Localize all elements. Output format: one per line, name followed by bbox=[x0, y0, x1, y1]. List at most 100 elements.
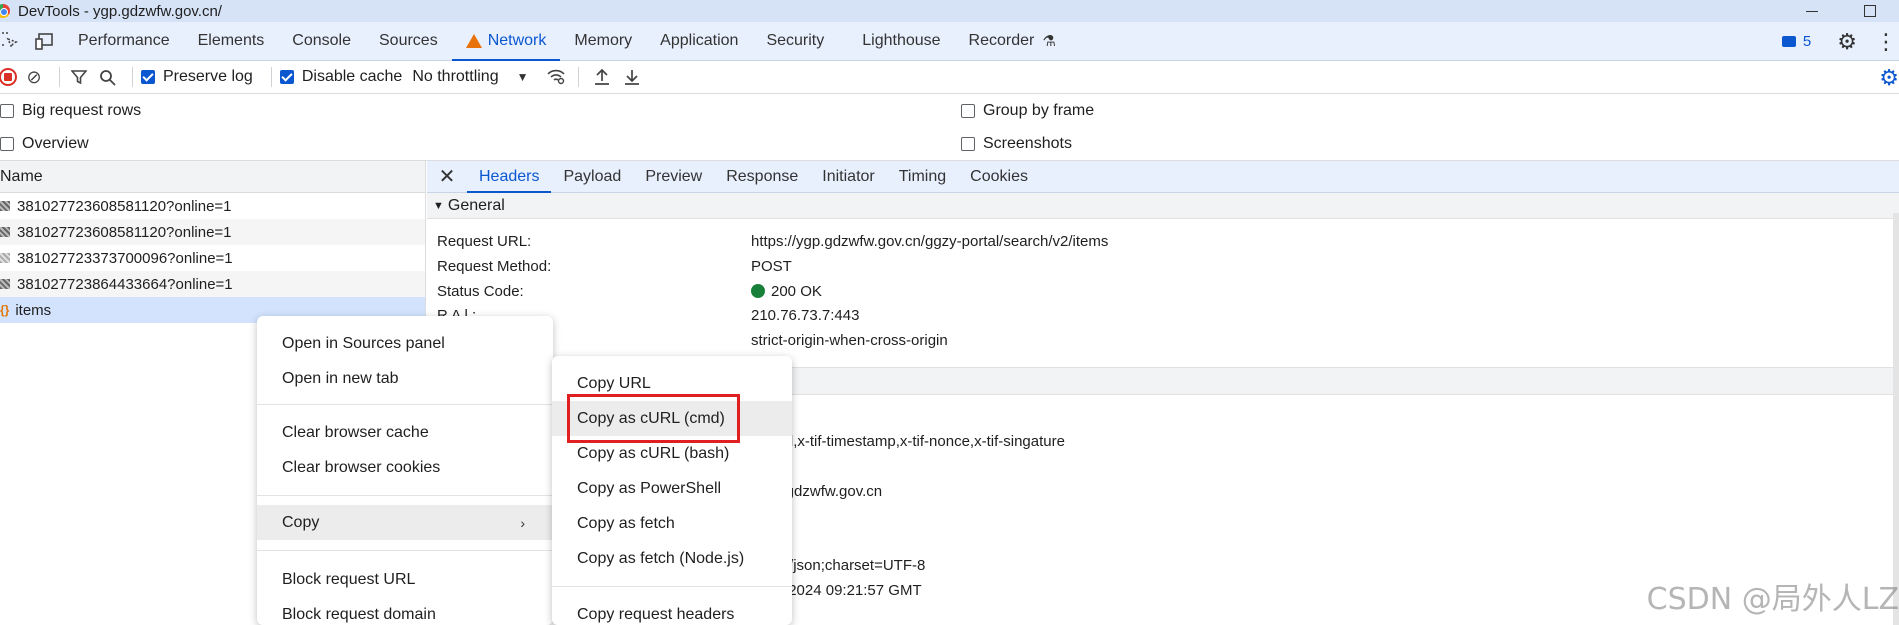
tab-label: Recorder bbox=[968, 32, 1035, 49]
tab-headers[interactable]: Headers bbox=[467, 161, 552, 193]
tab-label: Response bbox=[726, 167, 799, 185]
menu-item-clear-browser-cache[interactable]: Clear browser cache bbox=[257, 415, 553, 450]
status-ok-icon bbox=[751, 284, 765, 298]
request-name: 381027723864433664?online=1 bbox=[17, 275, 233, 293]
device-toolbar-button[interactable] bbox=[24, 22, 64, 60]
search-icon[interactable] bbox=[90, 69, 124, 86]
tab-network[interactable]: Network bbox=[451, 22, 561, 61]
export-har-icon[interactable] bbox=[617, 68, 647, 86]
menu-item-open-in-sources[interactable]: Open in Sources panel bbox=[257, 326, 553, 361]
menu-separator bbox=[257, 404, 553, 405]
divider bbox=[132, 67, 133, 87]
stop-recording-icon[interactable] bbox=[0, 68, 17, 86]
tab-preview[interactable]: Preview bbox=[633, 161, 714, 192]
image-resource-icon bbox=[0, 279, 10, 289]
menu-separator bbox=[552, 586, 792, 587]
details-scrollbar[interactable] bbox=[1893, 213, 1899, 625]
preserve-log-label: Preserve log bbox=[163, 68, 253, 85]
tab-console[interactable]: Console bbox=[278, 22, 365, 60]
menu-item-clear-browser-cookies[interactable]: Clear browser cookies bbox=[257, 450, 553, 485]
settings-gear-icon[interactable]: ⚙ bbox=[1837, 29, 1857, 55]
throttling-select[interactable]: No throttling ▼ bbox=[412, 68, 528, 86]
flask-icon: ⚗ bbox=[1042, 33, 1056, 50]
menu-item-label: Copy as fetch (Node.js) bbox=[577, 549, 745, 567]
image-resource-icon bbox=[0, 253, 10, 263]
tab-cookies[interactable]: Cookies bbox=[958, 161, 1040, 192]
tab-label: Cookies bbox=[970, 167, 1028, 185]
watermark: CSDN @局外人LZ bbox=[1646, 582, 1899, 617]
issues-badge[interactable]: 5 bbox=[1781, 33, 1811, 50]
menu-item-copy-request-headers[interactable]: Copy request headers bbox=[552, 597, 792, 625]
network-settings-gear-icon[interactable]: ⚙ bbox=[1879, 61, 1899, 94]
table-row[interactable]: 381027723608581120?online=1 bbox=[0, 193, 425, 219]
menu-item-open-in-new-tab[interactable]: Open in new tab bbox=[257, 361, 553, 396]
filter-icon[interactable] bbox=[68, 69, 90, 85]
general-section-header[interactable]: ▼ General bbox=[427, 193, 1899, 219]
group-by-frame-checkbox[interactable]: Group by frame bbox=[961, 102, 1094, 120]
table-row[interactable]: 381027723373700096?online=1 bbox=[0, 245, 425, 271]
menu-item-copy-as-fetch[interactable]: Copy as fetch bbox=[552, 506, 792, 541]
divider bbox=[59, 67, 60, 87]
tab-memory[interactable]: Memory bbox=[560, 22, 646, 60]
menu-item-copy[interactable]: Copy › bbox=[257, 505, 553, 540]
menu-item-label: Block request domain bbox=[282, 605, 436, 623]
chevron-right-icon: › bbox=[520, 514, 525, 531]
status-code-text: 200 OK bbox=[771, 283, 822, 300]
checkbox-unchecked-icon bbox=[961, 104, 975, 118]
maximize-icon bbox=[1864, 5, 1876, 17]
preserve-log-checkbox[interactable]: Preserve log bbox=[141, 68, 253, 86]
screenshots-label: Screenshots bbox=[983, 135, 1072, 152]
network-conditions-icon[interactable] bbox=[542, 68, 570, 86]
overview-checkbox[interactable]: Overview bbox=[0, 135, 89, 153]
tab-initiator[interactable]: Initiator bbox=[810, 161, 886, 192]
inspect-element-button[interactable] bbox=[0, 22, 24, 60]
request-list-header[interactable]: Name bbox=[0, 161, 425, 193]
tab-payload[interactable]: Payload bbox=[551, 161, 633, 192]
checkbox-unchecked-icon bbox=[0, 104, 14, 118]
tab-label: Memory bbox=[574, 32, 633, 49]
checkbox-checked-icon bbox=[279, 70, 294, 84]
screenshots-checkbox[interactable]: Screenshots bbox=[961, 135, 1072, 153]
menu-separator bbox=[257, 550, 553, 551]
network-toolbar: ⊘ Preserve log Disable cache No throttli… bbox=[0, 61, 1899, 94]
network-options-panel: Big request rows Overview Group by frame… bbox=[0, 94, 1899, 161]
menu-item-label: Copy bbox=[282, 513, 320, 531]
inspect-icon bbox=[0, 32, 18, 50]
tab-security[interactable]: Security bbox=[752, 22, 838, 60]
menu-item-copy-as-powershell[interactable]: Copy as PowerShell bbox=[552, 471, 792, 506]
clear-icon[interactable]: ⊘ bbox=[17, 67, 51, 88]
divider bbox=[270, 67, 272, 87]
disable-cache-checkbox[interactable]: Disable cache bbox=[279, 68, 402, 86]
tab-elements[interactable]: Elements bbox=[184, 22, 279, 60]
status-code-label: Status Code: bbox=[437, 283, 524, 300]
tab-timing[interactable]: Timing bbox=[887, 161, 958, 192]
import-har-icon[interactable] bbox=[587, 68, 617, 86]
table-row[interactable]: 381027723608581120?online=1 bbox=[0, 219, 425, 245]
tab-performance[interactable]: Performance bbox=[64, 22, 184, 60]
minimize-button[interactable] bbox=[1783, 0, 1841, 22]
tab-application[interactable]: Application bbox=[646, 22, 752, 60]
tab-label: Elements bbox=[197, 32, 265, 49]
tab-response[interactable]: Response bbox=[714, 161, 810, 192]
more-options-icon[interactable]: ⋮ bbox=[1875, 29, 1897, 55]
tab-label: Headers bbox=[479, 167, 540, 185]
close-icon[interactable]: ✕ bbox=[427, 161, 467, 192]
image-resource-icon bbox=[0, 201, 10, 211]
menu-item-label: Open in Sources panel bbox=[282, 334, 445, 352]
big-request-rows-checkbox[interactable]: Big request rows bbox=[0, 102, 141, 120]
menu-item-label: Block request URL bbox=[282, 570, 416, 588]
tab-label: Preview bbox=[645, 167, 703, 185]
table-row[interactable]: 381027723864433664?online=1 bbox=[0, 271, 425, 297]
tab-lighthouse[interactable]: Lighthouse bbox=[838, 22, 954, 60]
menu-item-copy-as-fetch-nodejs[interactable]: Copy as fetch (Node.js) bbox=[552, 541, 792, 576]
divider bbox=[578, 67, 580, 87]
tab-sources[interactable]: Sources bbox=[365, 22, 452, 60]
menu-item-block-request-domain[interactable]: Block request domain bbox=[257, 597, 553, 625]
tab-label: Console bbox=[292, 32, 351, 49]
tab-recorder[interactable]: Recorder ⚗ bbox=[955, 22, 1070, 60]
maximize-button[interactable] bbox=[1841, 0, 1899, 22]
details-tabbar: ✕ Headers Payload Preview Response Initi… bbox=[427, 161, 1899, 193]
big-request-rows-label: Big request rows bbox=[22, 102, 142, 119]
window-title: DevTools - ygp.gdzwfw.gov.cn/ bbox=[18, 2, 222, 20]
menu-item-block-request-url[interactable]: Block request URL bbox=[257, 562, 553, 597]
